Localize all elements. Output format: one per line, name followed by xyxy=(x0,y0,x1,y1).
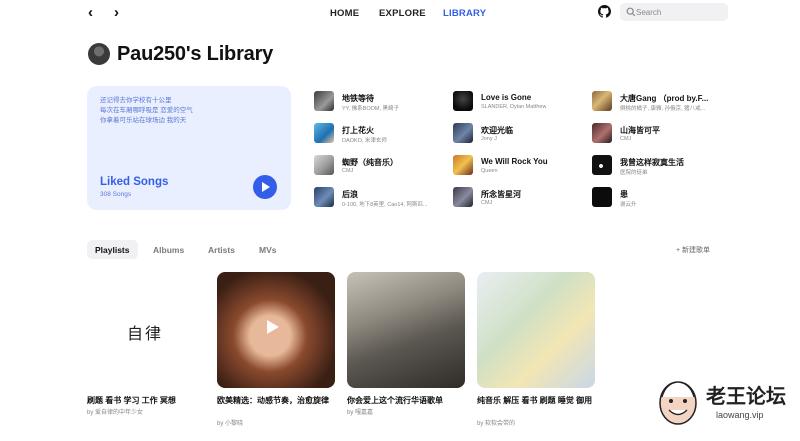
song-title: 我曾这样寂寞生活 xyxy=(620,158,684,167)
song-title: 山海皆可平 xyxy=(620,126,660,135)
github-icon[interactable] xyxy=(598,5,611,18)
song-title: 后浪 xyxy=(342,190,358,199)
song-cover xyxy=(592,155,612,175)
liked-songs-card[interactable]: 还记得去你学校有十公里 每次在车厢哪呼吸是 恋爱的空气 你拿着可乐站在球场边 我… xyxy=(87,86,291,210)
song-artist: YY, 佛系BOOM, 黑崎子 xyxy=(342,106,400,112)
lyric-line: 你拿着可乐站在球场边 我的天 xyxy=(100,117,187,124)
song-title: 患 xyxy=(620,190,628,199)
song-cover xyxy=(592,91,612,111)
play-icon[interactable] xyxy=(267,320,279,334)
song-artist: 0-100, 地下8英里, Cao14, 阿斯匹... xyxy=(342,202,428,208)
tab-mvs[interactable]: MVs xyxy=(251,240,284,259)
song-cover xyxy=(592,123,612,143)
song-cover xyxy=(453,123,473,143)
song-artist: 医院的徒弟 xyxy=(620,170,648,176)
song-item[interactable]: We Will Rock You Queen xyxy=(453,154,588,178)
song-title: 大唐Gang （prod by.F... xyxy=(620,94,709,103)
song-cover xyxy=(314,123,334,143)
tab-playlists[interactable]: Playlists xyxy=(87,240,138,259)
cover-handwriting: 自律 xyxy=(127,324,164,343)
song-item[interactable]: 患 谢云升 xyxy=(592,186,727,210)
watermark-brand: 老王论坛 xyxy=(706,386,786,408)
song-artist: CMJ xyxy=(620,136,632,142)
song-title: Love is Gone xyxy=(481,93,532,102)
liked-songs-count: 308 Songs xyxy=(100,191,132,198)
playlist-name: 纯音乐 解压 看书 刷题 睡觉 御用 xyxy=(477,396,593,405)
song-item[interactable]: 山海皆可平 CMJ xyxy=(592,122,727,146)
song-item[interactable]: 后浪 0-100, 地下8英里, Cao14, 阿斯匹... xyxy=(314,186,449,210)
song-artist: CMJ xyxy=(481,200,493,206)
song-cover xyxy=(592,187,612,207)
playlist-cover: 自律 xyxy=(87,272,205,388)
playlist-name: 刷题 看书 学习 工作 冥想 xyxy=(87,396,176,405)
song-artist: CMJ xyxy=(342,168,354,174)
avatar[interactable] xyxy=(88,43,110,65)
search-icon xyxy=(626,7,636,17)
nav-library[interactable]: LIBRARY xyxy=(443,8,486,19)
playlist-name: 欧美精选：动感节奏，治愈旋律 xyxy=(217,396,329,405)
song-item[interactable]: 打上花火 DAOKO, 米津玄师 xyxy=(314,122,449,146)
song-cover xyxy=(314,187,334,207)
song-title: 欢迎光临 xyxy=(481,126,513,135)
song-cover xyxy=(453,155,473,175)
liked-songs-title: Liked Songs xyxy=(100,176,169,188)
song-artist: DAOKO, 米津玄师 xyxy=(342,138,387,144)
song-artist: Jony J xyxy=(481,136,497,142)
tab-albums[interactable]: Albums xyxy=(145,240,192,259)
song-cover xyxy=(453,91,473,111)
lyric-line: 还记得去你学校有十公里 xyxy=(100,97,172,104)
song-item[interactable]: 欢迎光临 Jony J xyxy=(453,122,588,146)
lyric-line: 每次在车厢哪呼吸是 恋爱的空气 xyxy=(100,107,193,114)
playlist-cover xyxy=(347,272,465,388)
search-box[interactable] xyxy=(620,3,728,21)
watermark-logo xyxy=(659,381,697,425)
playlist-owner: by 小黎晓 xyxy=(217,421,244,427)
playlist-owner: by 软软会带的 xyxy=(477,421,516,427)
song-title: 打上花火 xyxy=(342,126,374,135)
playlist-cover xyxy=(217,272,335,388)
song-item[interactable]: 我曾这样寂寞生活 医院的徒弟 xyxy=(592,154,727,178)
play-icon xyxy=(262,182,270,192)
song-item[interactable]: 所念皆星河 CMJ xyxy=(453,186,588,210)
song-item[interactable]: 蜘野（纯音乐） CMJ xyxy=(314,154,449,178)
song-title: 所念皆星河 xyxy=(481,190,521,199)
playlist-name: 你会爱上这个流行华语歌单 xyxy=(347,396,443,405)
tab-artists[interactable]: Artists xyxy=(200,240,243,259)
play-liked-songs-button[interactable] xyxy=(253,175,277,199)
song-cover xyxy=(314,91,334,111)
page-title: Pau250's Library xyxy=(117,43,274,65)
song-artist: SLANDER, Dylan Matthew xyxy=(481,104,547,110)
song-item[interactable]: 大唐Gang （prod by.F... 倒桃的橘子, 康雅, 孙俄京, 猪八戒… xyxy=(592,90,727,114)
song-artist: 谢云升 xyxy=(620,202,637,208)
new-playlist-button[interactable]: + 新建歌单 xyxy=(676,245,710,255)
search-input[interactable] xyxy=(636,5,724,19)
song-item[interactable]: Love is Gone SLANDER, Dylan Matthew xyxy=(453,90,588,114)
song-cover xyxy=(453,187,473,207)
song-title: 地铁等待 xyxy=(342,94,374,103)
song-cover xyxy=(314,155,334,175)
song-artist: Queen xyxy=(481,168,498,174)
playlist-owner: by 爱自律的中年少女 xyxy=(87,410,144,416)
top-navigation-bar: ‹ › HOME EXPLORE LIBRARY xyxy=(0,0,800,26)
playlist-cover xyxy=(477,272,595,388)
playlist-owner: by 嘎嘉嘉 xyxy=(347,410,374,416)
nav-explore[interactable]: EXPLORE xyxy=(379,8,426,19)
watermark-url: laowang.vip xyxy=(716,410,764,420)
song-item[interactable]: 地铁等待 YY, 佛系BOOM, 黑崎子 xyxy=(314,90,449,114)
song-title: We Will Rock You xyxy=(481,157,548,166)
song-artist: 倒桃的橘子, 康雅, 孙俄京, 猪八戒... xyxy=(620,106,706,112)
song-title: 蜘野（纯音乐） xyxy=(342,158,398,167)
lyric-preview: 还记得去你学校有十公里 每次在车厢哪呼吸是 恋爱的空气 你拿着可乐站在球场边 我… xyxy=(100,96,193,126)
nav-home[interactable]: HOME xyxy=(330,8,359,19)
